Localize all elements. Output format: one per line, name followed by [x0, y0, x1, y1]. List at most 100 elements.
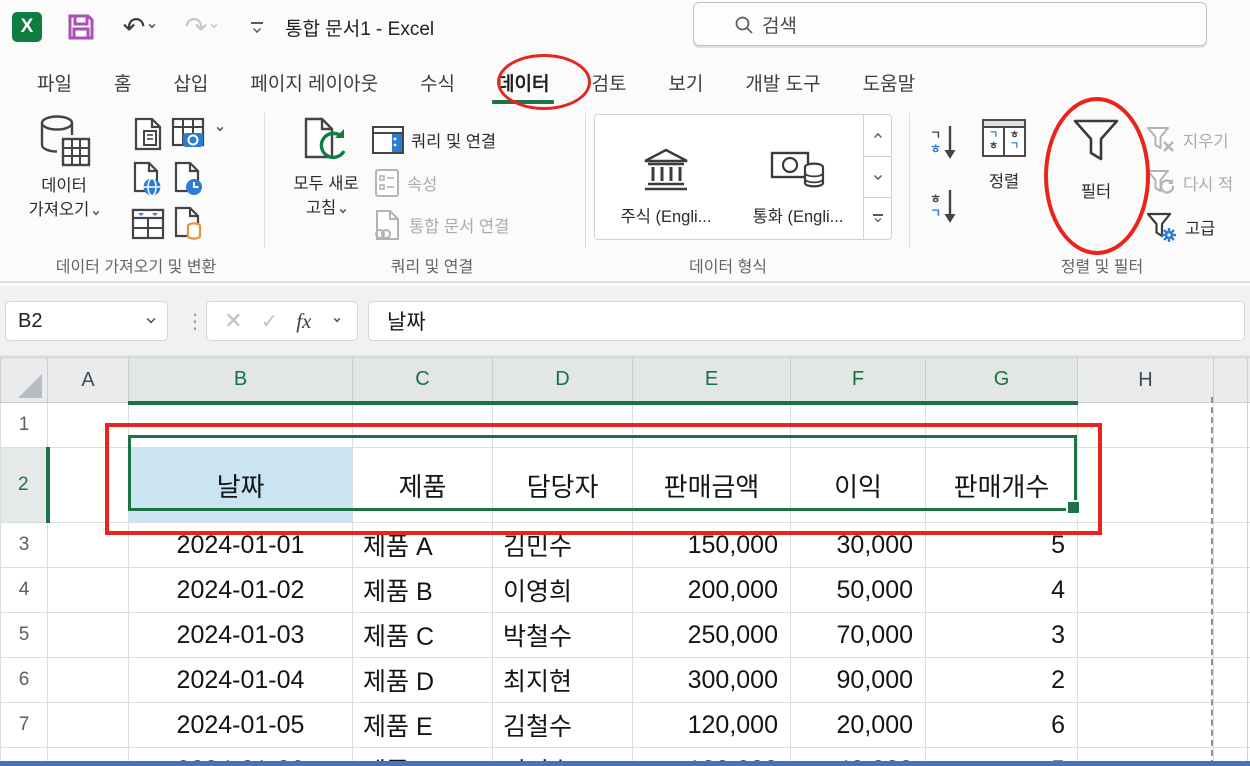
cell[interactable] — [47, 567, 129, 613]
table-cell[interactable]: 제품 D — [352, 657, 493, 703]
table-cell[interactable]: 김민수 — [492, 522, 633, 568]
tab-file[interactable]: 파일 — [16, 60, 93, 105]
table-header-count[interactable]: 판매개수 — [925, 447, 1078, 523]
from-table-range-button[interactable] — [129, 205, 167, 243]
table-cell[interactable]: 6 — [925, 702, 1078, 748]
table-cell[interactable]: 제품 C — [352, 612, 493, 658]
cell[interactable] — [1213, 447, 1250, 523]
table-cell[interactable]: 2024-01-02 — [128, 567, 353, 613]
col-header-B[interactable]: B — [128, 357, 353, 405]
refresh-all-button[interactable]: 모두 새로 고침 — [278, 111, 374, 221]
save-button[interactable] — [64, 10, 98, 44]
tab-view[interactable]: 보기 — [647, 60, 724, 105]
cancel-entry-button[interactable]: ✕ — [224, 308, 242, 334]
cell[interactable] — [1077, 402, 1214, 448]
table-cell[interactable]: 5 — [925, 522, 1078, 568]
cell[interactable] — [1077, 522, 1214, 568]
filter-button[interactable]: 필터 — [1050, 117, 1142, 205]
undo-button[interactable]: ↶ — [114, 10, 164, 44]
table-header-profit[interactable]: 이익 — [790, 447, 926, 523]
tab-data[interactable]: 데이터 — [476, 60, 570, 105]
table-cell[interactable]: 이영희 — [492, 567, 633, 613]
table-header-date[interactable]: 날짜 — [128, 447, 353, 523]
col-header-E[interactable]: E — [632, 357, 791, 405]
table-header-sales[interactable]: 판매금액 — [632, 447, 791, 523]
existing-connections-button[interactable] — [170, 205, 208, 243]
cell[interactable] — [47, 702, 129, 748]
formula-input[interactable]: 날짜 — [368, 301, 1245, 341]
col-header-G[interactable]: G — [925, 357, 1078, 405]
cell[interactable] — [47, 522, 129, 568]
workbook-links-button[interactable]: 통합 문서 연결 — [372, 208, 509, 242]
row-header-4[interactable]: 4 — [0, 567, 48, 613]
cell[interactable] — [1213, 657, 1250, 703]
table-cell[interactable]: 200,000 — [632, 567, 791, 613]
table-header-person[interactable]: 담당자 — [492, 447, 633, 523]
table-cell[interactable]: 70,000 — [790, 612, 926, 658]
cell[interactable] — [1213, 612, 1250, 658]
cell[interactable] — [47, 402, 129, 448]
tab-insert[interactable]: 삽입 — [152, 60, 229, 105]
fx-dropdown-icon[interactable] — [333, 315, 341, 323]
table-cell[interactable]: 2 — [925, 657, 1078, 703]
insert-function-button[interactable]: fx — [296, 309, 311, 334]
table-cell[interactable]: 90,000 — [790, 657, 926, 703]
confirm-entry-button[interactable]: ✓ — [261, 309, 278, 334]
table-cell[interactable]: 제품 A — [352, 522, 493, 568]
table-cell[interactable]: 50,000 — [790, 567, 926, 613]
recent-sources-button[interactable] — [170, 160, 208, 198]
cell[interactable] — [1077, 702, 1214, 748]
cell[interactable] — [352, 402, 493, 448]
advanced-filter-button[interactable]: 고급 — [1146, 210, 1215, 244]
gallery-down-button[interactable] — [863, 155, 891, 198]
table-cell[interactable]: 제품 E — [352, 702, 493, 748]
row-header-6[interactable]: 6 — [0, 657, 48, 703]
tab-formulas[interactable]: 수식 — [399, 60, 476, 105]
cell[interactable] — [1077, 567, 1214, 613]
table-cell[interactable]: 2024-01-04 — [128, 657, 353, 703]
name-box[interactable]: B2 — [5, 301, 168, 341]
cell[interactable] — [47, 447, 129, 523]
table-cell[interactable]: 최지현 — [492, 657, 633, 703]
table-cell[interactable]: 2024-01-01 — [128, 522, 353, 568]
table-cell[interactable]: 250,000 — [632, 612, 791, 658]
cell[interactable] — [1077, 612, 1214, 658]
row-header-7[interactable]: 7 — [0, 702, 48, 748]
table-cell[interactable]: 150,000 — [632, 522, 791, 568]
row-header-2[interactable]: 2 — [0, 447, 50, 523]
cell[interactable] — [790, 402, 926, 448]
tab-help[interactable]: 도움말 — [842, 60, 936, 105]
col-header-I[interactable] — [1213, 357, 1250, 403]
table-cell[interactable]: 2024-01-03 — [128, 612, 353, 658]
redo-button[interactable]: ↷ — [176, 10, 226, 44]
table-cell[interactable]: 4 — [925, 567, 1078, 613]
queries-connections-button[interactable]: 쿼리 및 연결 — [372, 123, 496, 157]
table-cell[interactable]: 120,000 — [632, 702, 791, 748]
get-data-button[interactable]: 데이터 가져오기 — [16, 113, 112, 223]
from-web-button[interactable] — [129, 160, 167, 198]
cell[interactable] — [492, 402, 633, 448]
col-header-A[interactable]: A — [47, 357, 129, 403]
col-header-H[interactable]: H — [1077, 357, 1214, 403]
from-picture-button[interactable] — [170, 115, 208, 153]
table-header-product[interactable]: 제품 — [352, 447, 493, 523]
sort-button[interactable]: ㄱㅎ ㅎㄱ 정렬 — [958, 119, 1050, 195]
cell[interactable] — [1213, 522, 1250, 568]
table-cell[interactable]: 20,000 — [790, 702, 926, 748]
table-cell[interactable]: 2024-01-05 — [128, 702, 353, 748]
qat-customize-button[interactable] — [240, 10, 274, 44]
select-all-corner[interactable] — [0, 357, 48, 403]
reapply-filter-button[interactable]: 다시 적 — [1146, 166, 1233, 200]
search-box[interactable]: 검색 — [693, 2, 1207, 46]
table-cell[interactable]: 박철수 — [492, 612, 633, 658]
data-type-stocks[interactable]: 주식 (Engli... — [599, 119, 733, 235]
table-cell[interactable]: 3 — [925, 612, 1078, 658]
cell[interactable] — [1213, 702, 1250, 748]
tab-developer[interactable]: 개발 도구 — [724, 60, 841, 105]
cell[interactable] — [128, 402, 353, 448]
table-cell[interactable]: 제품 B — [352, 567, 493, 613]
row-header-1[interactable]: 1 — [0, 402, 48, 448]
cell[interactable] — [632, 402, 791, 448]
properties-button[interactable]: 속성 — [374, 166, 437, 200]
cell[interactable] — [1213, 567, 1250, 613]
